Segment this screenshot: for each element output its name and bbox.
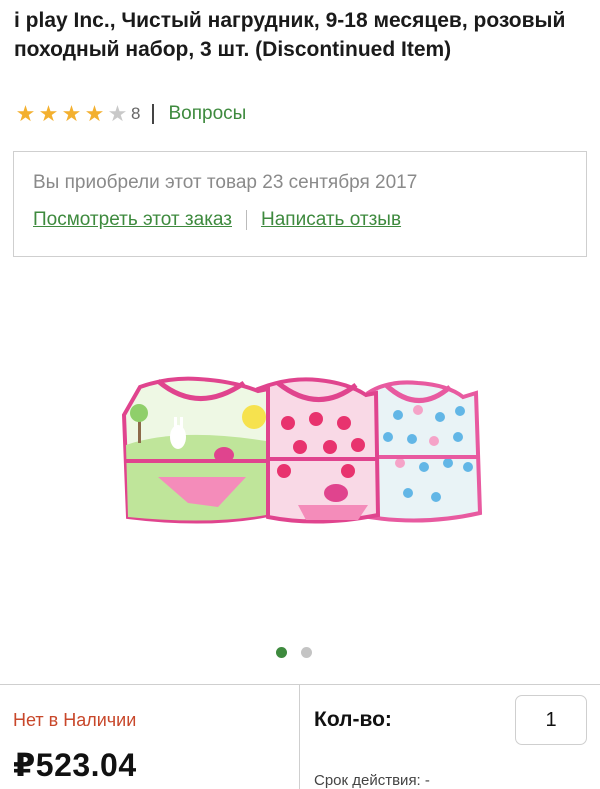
write-review-link[interactable]: Написать отзыв bbox=[261, 209, 401, 231]
pagination-dot[interactable] bbox=[301, 647, 312, 658]
pagination-dot-active[interactable] bbox=[276, 647, 287, 658]
purchase-date-text: Вы приобрели этот товар 23 сентября 2017 bbox=[33, 172, 418, 193]
image-pagination bbox=[276, 647, 326, 658]
product-title: i play Inc., Чистый нагрудник, 9-18 меся… bbox=[14, 9, 566, 61]
star-icon: ★ bbox=[84, 101, 105, 126]
bib-strawberries bbox=[255, 377, 381, 524]
stock-status: Нет в Наличии bbox=[13, 710, 137, 730]
quantity-selector[interactable]: 1 bbox=[515, 695, 587, 745]
purchase-links: Посмотреть этот заказ Написать отзыв bbox=[33, 209, 401, 231]
view-order-link[interactable]: Посмотреть этот заказ bbox=[33, 209, 232, 231]
star-icon: ★ bbox=[15, 101, 36, 126]
star-rating[interactable]: ★ ★ ★ ★ ★ bbox=[14, 103, 129, 125]
quantity-label: Кол-во: bbox=[314, 708, 392, 731]
divider bbox=[246, 210, 247, 230]
price: ₽523.04 bbox=[13, 747, 137, 783]
questions-link[interactable]: Вопросы bbox=[168, 103, 246, 125]
review-count[interactable]: 8 bbox=[131, 104, 140, 124]
rating-row: ★ ★ ★ ★ ★ 8 Вопросы bbox=[14, 101, 247, 127]
purchase-history-box: Вы приобрели этот товар 23 сентября 2017… bbox=[13, 151, 587, 257]
divider bbox=[299, 685, 300, 789]
divider bbox=[0, 684, 600, 685]
product-image[interactable] bbox=[118, 375, 490, 525]
star-icon: ★ bbox=[38, 101, 59, 126]
expiry-label: Срок действия: - bbox=[314, 772, 430, 789]
star-icon: ★ bbox=[61, 101, 82, 126]
divider bbox=[152, 104, 155, 124]
bib-bunny-scene bbox=[121, 376, 270, 524]
star-empty-icon: ★ bbox=[107, 101, 128, 126]
